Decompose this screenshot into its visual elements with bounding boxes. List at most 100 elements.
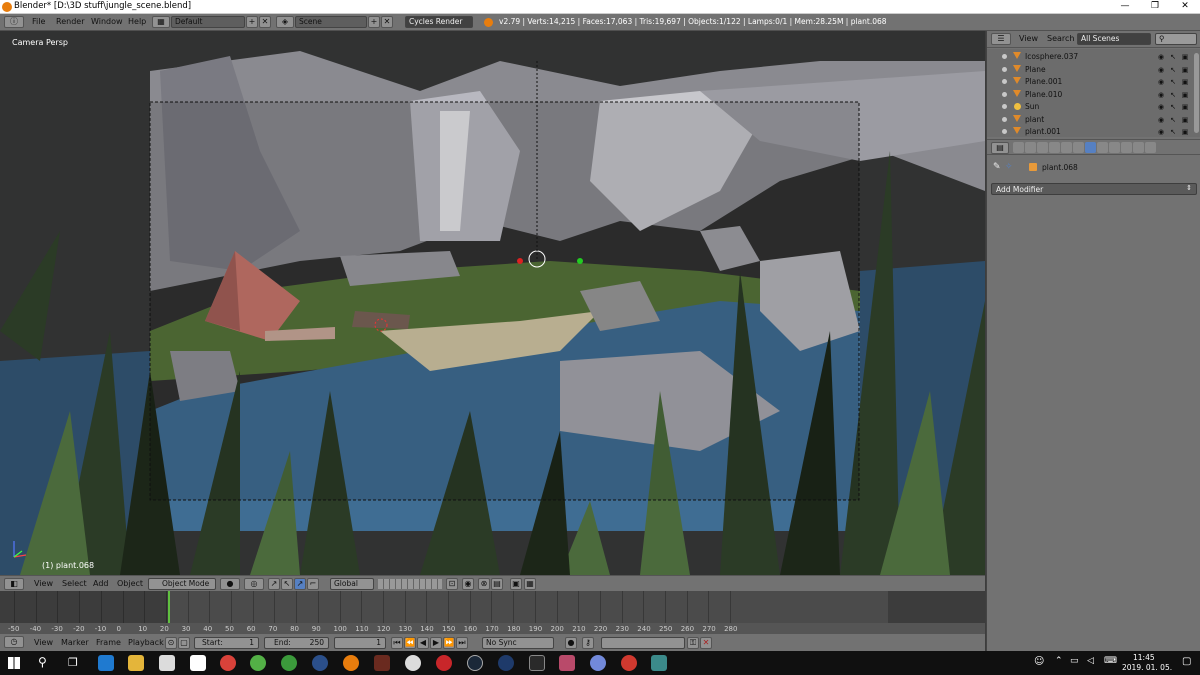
expand-icon[interactable]: [1002, 129, 1007, 134]
keying-set-icon[interactable]: ⚷: [582, 637, 594, 649]
network-icon[interactable]: ▭: [1070, 656, 1079, 666]
timeline[interactable]: -50 -40 -30 -20 -10 0 10 20 30 40 50 60 70 80 90 100 110…: [0, 591, 985, 633]
discord-icon[interactable]: [590, 655, 606, 671]
app-tool-icon[interactable]: [559, 655, 575, 671]
properties-editor-icon[interactable]: ▤: [991, 142, 1009, 154]
object-tab-icon[interactable]: [1061, 142, 1072, 153]
app-swirl-icon[interactable]: [621, 655, 637, 671]
menu-help[interactable]: Help: [128, 17, 146, 26]
timeline-view-menu[interactable]: View: [34, 638, 53, 647]
render-tab-icon[interactable]: [1013, 142, 1024, 153]
select-arrow-icon[interactable]: ↖: [1169, 103, 1177, 111]
start-frame-field[interactable]: Start: 1: [194, 637, 259, 649]
app-blue-icon[interactable]: [312, 655, 328, 671]
play-button[interactable]: ▶: [430, 637, 442, 649]
add-menu[interactable]: Add: [93, 579, 109, 588]
add-modifier-button[interactable]: Add Modifier ⇕: [991, 183, 1197, 195]
visibility-eye-icon[interactable]: ◉: [1157, 103, 1165, 111]
app-record-icon[interactable]: [436, 655, 452, 671]
steam-icon[interactable]: [467, 655, 483, 671]
outliner-menu-view[interactable]: View: [1019, 34, 1038, 43]
edge-icon[interactable]: [98, 655, 114, 671]
render-preview-button[interactable]: ▣: [510, 578, 522, 590]
app-map-icon[interactable]: [651, 655, 667, 671]
current-frame-field[interactable]: 1: [334, 637, 386, 649]
render-camera-icon[interactable]: ▣: [1181, 91, 1189, 99]
play-reverse-button[interactable]: ◀: [417, 637, 429, 649]
3d-view-editor-icon[interactable]: ◧: [4, 578, 24, 590]
outliner-row[interactable]: plant ◉ ↖ ▣: [987, 114, 1200, 127]
epic-games-icon[interactable]: [529, 655, 545, 671]
expand-icon[interactable]: [1002, 104, 1007, 109]
material-tab-icon[interactable]: [1109, 142, 1120, 153]
people-icon[interactable]: ☺: [1034, 656, 1044, 667]
visibility-eye-icon[interactable]: ◉: [1157, 66, 1165, 74]
select-arrow-icon[interactable]: ↖: [1169, 53, 1177, 61]
particles-tab-icon[interactable]: [1133, 142, 1144, 153]
visibility-eye-icon[interactable]: ◉: [1157, 78, 1165, 86]
pin-icon[interactable]: ✎: [993, 162, 1001, 172]
select-arrow-icon[interactable]: ↖: [1169, 91, 1177, 99]
visibility-eye-icon[interactable]: ◉: [1157, 91, 1165, 99]
editor-type-info-icon[interactable]: ⓘ: [4, 16, 24, 28]
pivot-point-button[interactable]: ◎: [244, 578, 264, 590]
visibility-eye-icon[interactable]: ◉: [1157, 53, 1165, 61]
outliner-search-input[interactable]: ⚲: [1155, 33, 1197, 45]
sync-mode-dropdown[interactable]: No Sync: [482, 637, 554, 649]
jump-start-button[interactable]: ⏮: [391, 637, 403, 649]
outliner-row[interactable]: Plane ◉ ↖ ▣: [987, 64, 1200, 77]
app-dark-icon[interactable]: [498, 655, 514, 671]
snap-button[interactable]: ⊗: [478, 578, 490, 590]
volume-icon[interactable]: ◁: [1087, 656, 1094, 666]
mail-icon[interactable]: [190, 655, 206, 671]
preview-range-button[interactable]: ⊙: [165, 637, 177, 649]
jump-keyframe-back-button[interactable]: ⏪: [404, 637, 416, 649]
blender-taskbar-icon[interactable]: [343, 655, 359, 671]
search-icon[interactable]: ⚲: [38, 655, 47, 669]
task-view-icon[interactable]: ❐: [68, 656, 78, 669]
maximize-button[interactable]: ❐: [1140, 0, 1170, 14]
mode-dropdown[interactable]: Object Mode: [148, 578, 216, 590]
render-camera-icon[interactable]: ▣: [1181, 78, 1189, 86]
language-icon[interactable]: ⌨: [1104, 656, 1117, 666]
physics-tab-icon[interactable]: [1145, 142, 1156, 153]
transform-orientation-dropdown[interactable]: Global: [330, 578, 374, 590]
render-camera-icon[interactable]: ▣: [1181, 116, 1189, 124]
add-scene-button[interactable]: +: [368, 16, 380, 28]
delete-layout-button[interactable]: ✕: [259, 16, 271, 28]
end-frame-field[interactable]: End: 250: [264, 637, 329, 649]
render-engine-dropdown[interactable]: Cycles Render: [405, 16, 473, 28]
scene-field[interactable]: Scene: [295, 16, 367, 28]
select-menu[interactable]: Select: [62, 579, 87, 588]
delete-keyframe-button[interactable]: ✕: [700, 637, 712, 649]
obs-icon[interactable]: [405, 655, 421, 671]
scene-icon[interactable]: ◈: [276, 16, 294, 28]
scene-tab-icon[interactable]: [1037, 142, 1048, 153]
add-layout-button[interactable]: +: [246, 16, 258, 28]
jump-end-button[interactable]: ⏭: [456, 637, 468, 649]
current-frame-cursor[interactable]: [168, 591, 170, 623]
timeline-frame-menu[interactable]: Frame: [96, 638, 121, 647]
outliner-menu-search[interactable]: Search: [1047, 34, 1074, 43]
close-button[interactable]: ✕: [1170, 0, 1200, 14]
world-tab-icon[interactable]: [1049, 142, 1060, 153]
screen-layout-icon[interactable]: ▦: [152, 16, 170, 28]
outliner-row[interactable]: Plane.010 ◉ ↖ ▣: [987, 89, 1200, 102]
insert-keyframe-button[interactable]: ⚿: [687, 637, 699, 649]
outliner-row[interactable]: Sun ◉ ↖ ▣: [987, 101, 1200, 114]
tray-chevron-icon[interactable]: ⌃: [1055, 656, 1063, 666]
outliner-row[interactable]: Icosphere.037 ◉ ↖ ▣: [987, 51, 1200, 64]
select-arrow-icon[interactable]: ↖: [1169, 128, 1177, 136]
rotate-manipulator-button[interactable]: ↗: [294, 578, 306, 590]
clock-time[interactable]: 11:45: [1133, 653, 1155, 662]
select-arrow-icon[interactable]: ↖: [1169, 66, 1177, 74]
modifiers-tab-icon[interactable]: [1085, 142, 1096, 153]
snap-element-button[interactable]: ▤: [491, 578, 503, 590]
menu-file[interactable]: File: [32, 17, 45, 26]
translate-manipulator-button[interactable]: ↖: [281, 578, 293, 590]
expand-icon[interactable]: [1002, 116, 1007, 122]
outliner-row[interactable]: plant.001 ◉ ↖ ▣: [987, 126, 1200, 139]
menu-render[interactable]: Render: [56, 17, 84, 26]
outliner-scrollbar[interactable]: [1194, 53, 1199, 133]
view-menu[interactable]: View: [34, 579, 53, 588]
